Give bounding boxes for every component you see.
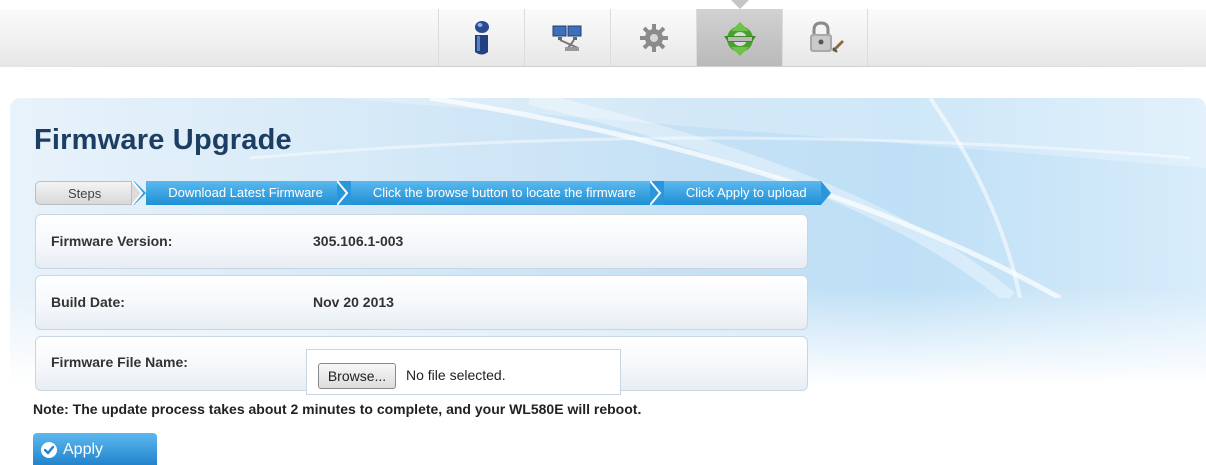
nav-tabs [438, 0, 868, 67]
nav-tab-info[interactable] [438, 9, 524, 67]
top-nav-bar [0, 0, 1206, 67]
step-download-firmware: Download Latest Firmware [146, 181, 337, 205]
network-icon [552, 25, 581, 51]
step-apply-upload: Click Apply to upload [663, 181, 821, 205]
file-input[interactable]: Browse... No file selected. [306, 349, 621, 395]
info-icon [474, 21, 489, 55]
nav-tab-administration[interactable] [782, 9, 868, 67]
lock-admin-icon [810, 21, 844, 53]
browse-button[interactable]: Browse... [318, 363, 396, 389]
firmware-file-name-label: Firmware File Name: [51, 354, 188, 370]
step-browse-firmware: Click the browse button to locate the fi… [350, 181, 650, 205]
update-note: Note: The update process takes about 2 m… [33, 401, 642, 417]
steps-label: Steps [35, 181, 133, 205]
firmware-version-value: 305.106.1-003 [313, 233, 404, 249]
build-date-value: Nov 20 2013 [313, 294, 394, 310]
steps-breadcrumb: Steps Download Latest Firmware Click the… [35, 180, 835, 206]
nav-tab-network[interactable] [524, 9, 610, 67]
page-title: Firmware Upgrade [34, 124, 292, 156]
apply-button-label: Apply [63, 441, 104, 458]
nav-tab-firmware[interactable] [696, 0, 782, 67]
step-separator [649, 180, 664, 206]
step-separator [131, 180, 147, 206]
checkmark-icon [41, 442, 57, 458]
step-separator [336, 180, 351, 206]
file-status-text: No file selected. [406, 367, 506, 383]
firmware-version-label: Firmware Version: [51, 233, 173, 249]
build-date-label: Build Date: [51, 294, 125, 310]
firmware-update-icon [723, 22, 756, 56]
nav-tab-settings[interactable] [610, 9, 696, 67]
build-date-row: Build Date: Nov 20 2013 [35, 275, 808, 330]
step-end-arrow [820, 181, 835, 205]
firmware-version-row: Firmware Version: 305.106.1-003 [35, 214, 808, 269]
gear-icon [639, 24, 668, 52]
apply-button[interactable]: Apply [33, 433, 157, 465]
